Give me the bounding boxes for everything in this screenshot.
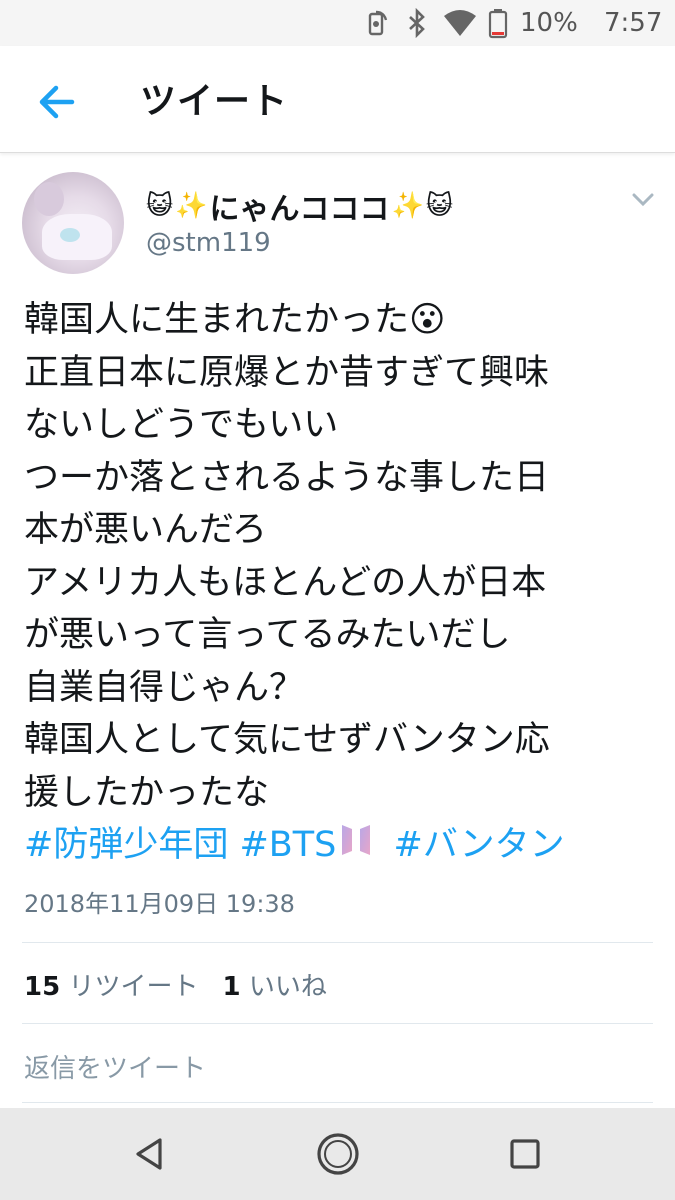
triangle-back-icon xyxy=(136,1138,162,1170)
user-handle[interactable]: @stm119 xyxy=(146,228,271,258)
chevron-down-icon xyxy=(632,193,654,207)
bts-logo-icon xyxy=(340,820,372,873)
hashtag-link[interactable]: #バンタン xyxy=(394,825,565,865)
navigation-bar xyxy=(0,1108,675,1200)
battery-percent: 10% xyxy=(520,8,578,38)
tweet-line: 韓国人として気にせずバンタン応 xyxy=(24,720,550,760)
divider xyxy=(22,1102,653,1103)
avatar[interactable] xyxy=(22,172,124,274)
status-bar: 10% 7:57 xyxy=(0,0,675,46)
like-label: いいね xyxy=(248,972,327,1002)
tweet-line: 自業自得じゃん？ xyxy=(24,667,305,708)
cat-emoji-icon: 😺 xyxy=(425,191,453,221)
tweet-line: つーか落とされるような事した日 xyxy=(24,457,550,498)
battery-icon xyxy=(488,0,508,46)
hashtag-row: #防弾少年団 #BTS #バンタン xyxy=(24,819,664,872)
tweet-line: アメリカ人もほとんどの人が日本 xyxy=(24,562,547,603)
sparkles-emoji-icon: ✨ xyxy=(391,191,424,221)
page-title: ツイート xyxy=(140,81,289,122)
wifi-icon xyxy=(442,0,478,46)
circle-home-icon xyxy=(317,1133,359,1175)
clock: 7:57 xyxy=(604,8,663,38)
divider xyxy=(22,942,653,943)
back-button[interactable] xyxy=(30,76,82,128)
tweet-line: 本が悪いんだろ xyxy=(24,510,267,550)
display-name-text: にゃんコココ xyxy=(209,192,390,227)
sparkles-emoji-icon: ✨ xyxy=(175,191,208,221)
nav-recents-button[interactable] xyxy=(497,1126,553,1182)
like-count: 1 xyxy=(222,972,241,1002)
reply-input[interactable]: 返信をツイート xyxy=(24,1048,206,1085)
tweet-line: が悪いって言ってるみたいだし xyxy=(24,615,511,655)
retweet-count: 15 xyxy=(24,972,61,1002)
like-stat[interactable]: 1 いいね xyxy=(222,972,326,1002)
tweet-timestamp: 2018年11月09日 19:38 xyxy=(24,890,295,918)
app-header: ツイート xyxy=(0,46,675,153)
hashtag-link[interactable]: #防弾少年団 xyxy=(24,825,228,865)
retweet-label: リツイート xyxy=(68,972,199,1002)
tweet-text: 韓国人に生まれたかった😮 正直日本に原爆とか昔すぎて興味 ないしどうでもいい つ… xyxy=(24,294,664,872)
cat-emoji-icon: 😺 xyxy=(146,191,174,221)
nav-home-button[interactable] xyxy=(310,1126,366,1182)
square-recents-icon xyxy=(510,1139,540,1169)
tweet-line: 援したかったな xyxy=(24,772,270,813)
retweet-stat[interactable]: 15 リツイート xyxy=(24,972,198,1002)
nav-back-button[interactable] xyxy=(122,1126,178,1182)
tweet-line: ないしどうでもいい xyxy=(24,405,339,445)
tweet-line: 韓国人に生まれたかった😮 xyxy=(24,300,446,340)
divider xyxy=(22,1023,653,1024)
display-name[interactable]: 😺 ✨ にゃんコココ ✨ 😺 xyxy=(146,184,453,228)
more-options-button[interactable] xyxy=(630,190,656,210)
bluetooth-icon xyxy=(406,0,428,46)
hashtag-link[interactable]: #BTS xyxy=(239,825,336,865)
tweet-stats: 15 リツイート 1 いいね xyxy=(24,966,327,1003)
tweet-line: 正直日本に原爆とか昔すぎて興味 xyxy=(24,352,550,393)
back-arrow-icon xyxy=(39,85,75,119)
nfc-icon xyxy=(362,0,392,46)
